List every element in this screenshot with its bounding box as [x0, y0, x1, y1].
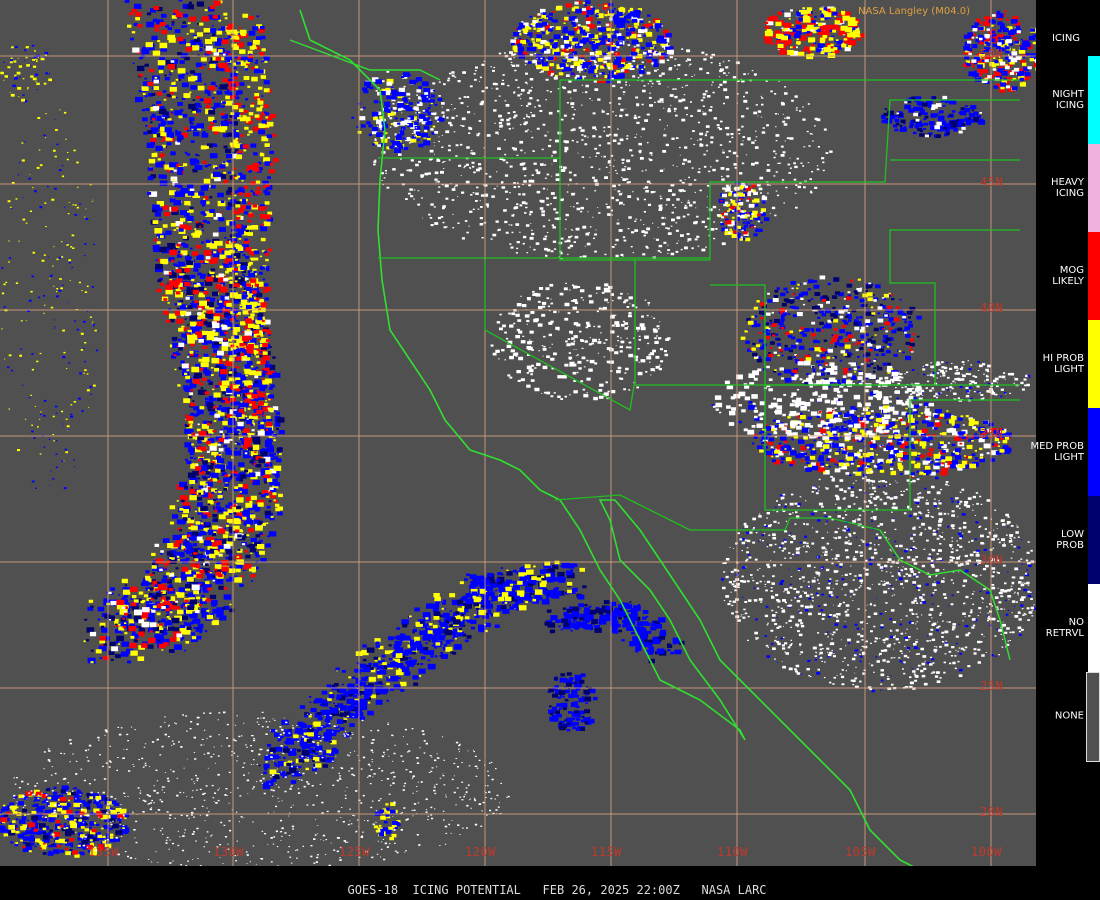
state-border [484, 260, 636, 412]
legend: ICING NIGHT ICING HEAVY ICING MOG LIKELY HI… [1030, 0, 1100, 866]
legend-title: ICING [1051, 33, 1081, 44]
longitude-label: 105W [845, 845, 876, 859]
legend-label: LOW PROB [1056, 529, 1084, 551]
icing-cloud-cells [351, 72, 445, 153]
legend-item: HEAVY ICING [1036, 144, 1100, 232]
latitude-label: 50N [980, 47, 1004, 61]
longitude-label: 125W [339, 845, 370, 859]
icing-cloud-cells [0, 46, 53, 102]
longitude-label: 135W [88, 845, 119, 859]
legend-label: MOG LIKELY [1052, 265, 1084, 287]
legend-item: HI PROB LIGHT [1036, 320, 1100, 408]
latitude-label: 35N [980, 427, 1004, 441]
icing-cloud-cells [881, 96, 986, 138]
legend-item: NONE [1036, 672, 1100, 762]
longitude-label: 130W [213, 845, 244, 859]
latitude-label: 20N [980, 805, 1004, 819]
legend-label: HEAVY ICING [1051, 177, 1084, 199]
legend-item: LOW PROB [1036, 496, 1100, 584]
legend-item: NIGHT ICING [1036, 56, 1100, 144]
legend-swatch [1086, 672, 1100, 762]
legend-label: NONE [1054, 710, 1084, 722]
latitude-label: 30N [980, 553, 1004, 567]
legend-item: MED PROB LIGHT [1030, 408, 1100, 496]
legend-swatch [1088, 232, 1100, 320]
legend-swatch [1088, 144, 1100, 232]
legend-label: HI PROB LIGHT [1042, 353, 1084, 375]
legend-label: NIGHT ICING [1052, 89, 1084, 111]
footer-caption: GOES-18 ICING POTENTIAL FEB 26, 2025 22:… [347, 883, 767, 897]
icing-cloud-cells [373, 42, 833, 260]
legend-item: MOG LIKELY [1036, 232, 1100, 320]
legend-swatch [1088, 320, 1100, 408]
icing-cloud-cells [712, 360, 934, 440]
legend-swatch [1088, 584, 1100, 672]
legend-swatch [1088, 408, 1100, 496]
legend-label: NO RETRVL [1045, 617, 1084, 639]
longitude-label: 115W [591, 845, 622, 859]
longitude-label: 100W [971, 845, 1002, 859]
icing-cloud-cells [911, 360, 1031, 400]
icing-cloud-cells [3, 44, 51, 103]
longitude-label: 120W [465, 845, 496, 859]
icing-cloud-cells [720, 474, 1036, 693]
legend-swatch [1088, 56, 1100, 144]
legend-swatch [1088, 496, 1100, 584]
icing-cloud-cells [1, 119, 99, 490]
icing-cloud-cells [1, 109, 97, 462]
icing-cloud-cells [547, 673, 598, 732]
legend-item: NO RETRVL [1036, 584, 1100, 672]
icing-map: NASA Langley (M04.0) 50N 45N 40N 35N 30N 25N 2… [0, 0, 1036, 866]
icing-cloud-cells [511, 0, 674, 84]
icing-band-cells [464, 562, 585, 611]
footer: GOES-18 ICING POTENTIAL FEB 26, 2025 22:… [0, 866, 1100, 900]
legend-label: MED PROB LIGHT [1030, 441, 1084, 463]
latitude-label: 40N [980, 301, 1004, 315]
icing-cloud-cells [891, 360, 1030, 402]
credit-label: NASA Langley (M04.0) [858, 6, 970, 17]
latitude-label: 45N [980, 175, 1004, 189]
map-canvas [0, 0, 1036, 866]
latitude-label: 25N [980, 679, 1004, 693]
longitude-label: 110W [717, 845, 748, 859]
